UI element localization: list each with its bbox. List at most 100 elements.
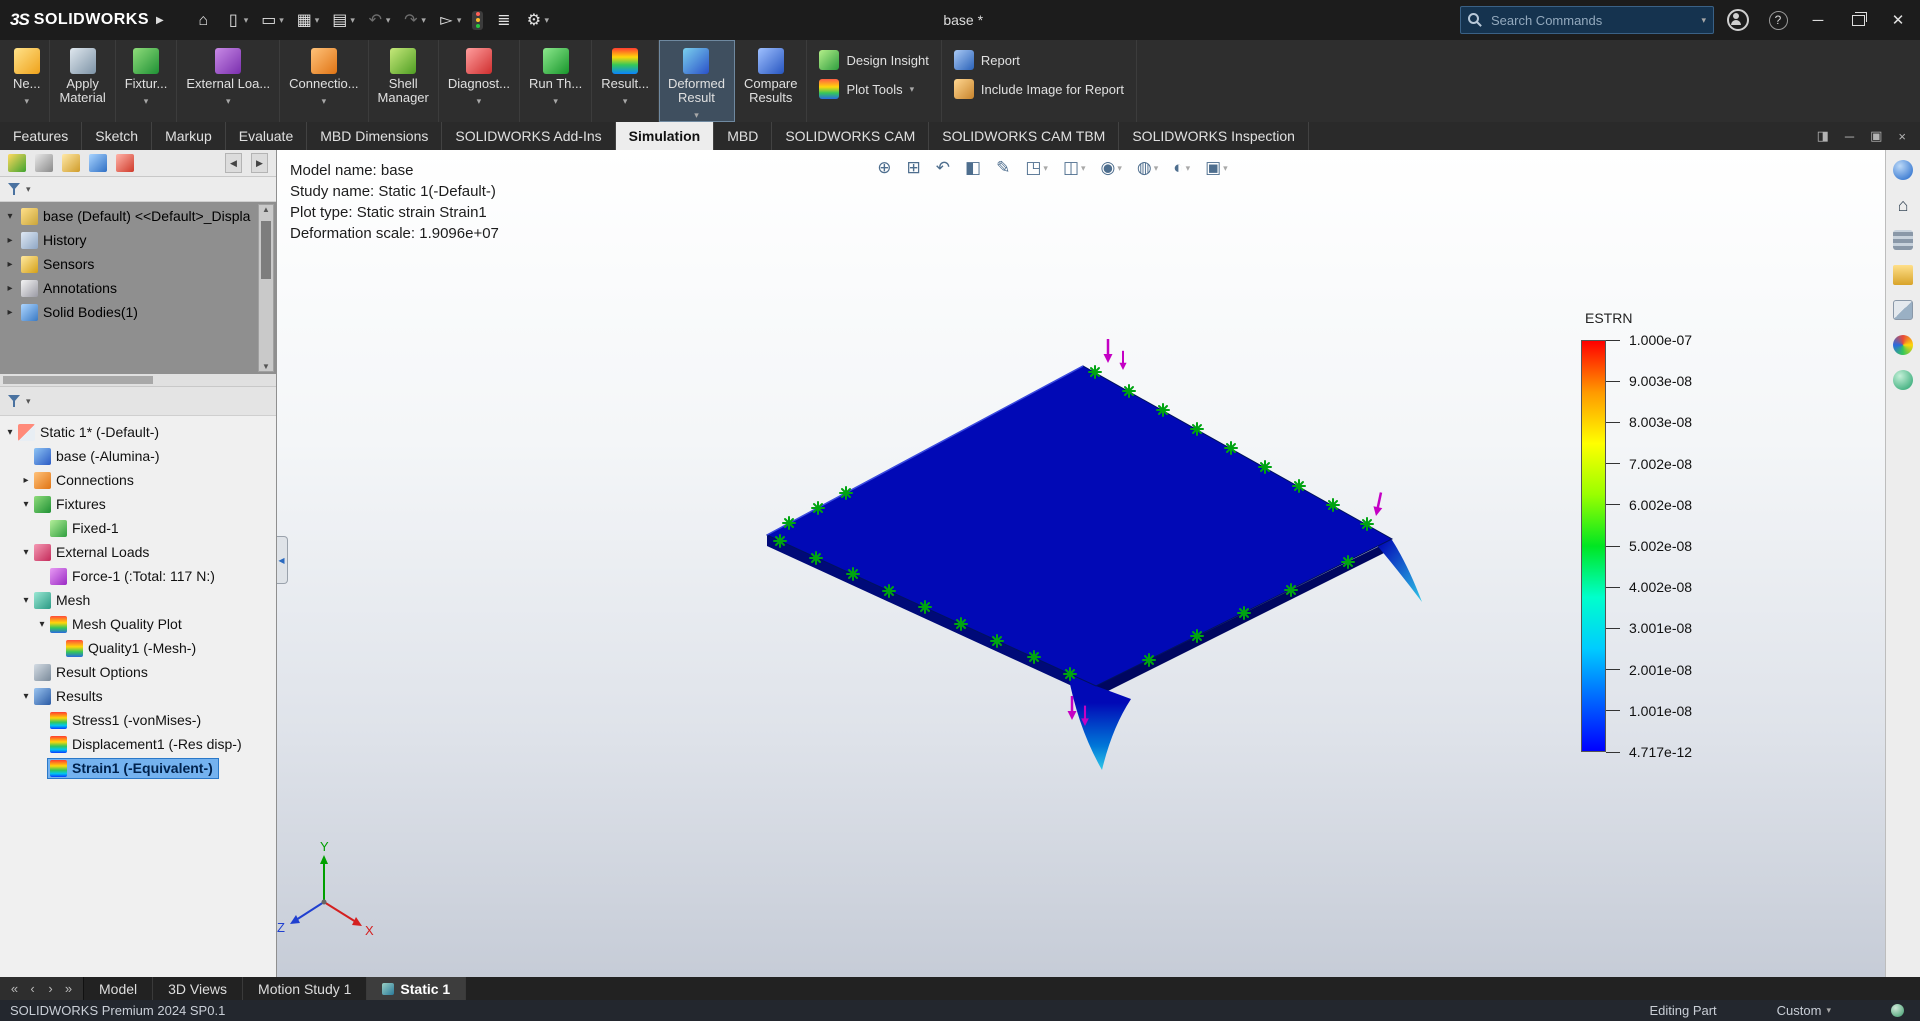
feature-tree-item-annotations[interactable]: ▸Annotations — [4, 276, 258, 300]
units-selector[interactable]: Custom ▾ — [1777, 1003, 1831, 1018]
new-study-button[interactable]: Ne...▾ — [4, 40, 50, 122]
scroll-up-icon[interactable]: ▲ — [262, 205, 270, 214]
dropdown-icon[interactable]: ▾ — [421, 15, 426, 26]
solidworks-resources-button[interactable]: ⌂ — [1890, 193, 1916, 217]
dropdown-icon[interactable]: ▾ — [1223, 163, 1228, 174]
expand-caret-icon[interactable]: ▸ — [4, 307, 16, 318]
menu-expand-icon[interactable]: ▶ — [156, 15, 164, 26]
plate-top-face[interactable] — [767, 366, 1392, 686]
study-tree-item-static[interactable]: ▾Static 1* (-Default-) — [0, 420, 276, 444]
include-image-button[interactable]: Include Image for Report — [954, 79, 1124, 99]
model-tab-static-1[interactable]: Static 1 — [367, 977, 466, 1000]
dropdown-icon[interactable]: ▾ — [279, 15, 284, 26]
panel-scroll-left-button[interactable]: ◀ — [225, 153, 242, 173]
expand-caret-icon[interactable]: ▾ — [20, 691, 32, 702]
expand-caret-icon[interactable]: ▾ — [4, 427, 16, 438]
study-tree-item-connections[interactable]: ▸Connections — [0, 468, 276, 492]
shell-manager-button[interactable]: Shell Manager — [369, 40, 439, 122]
restore-button[interactable] — [1842, 5, 1874, 35]
search-commands-box[interactable]: ▾ — [1460, 6, 1714, 34]
external-loads-advisor-button[interactable]: External Loa...▾ — [177, 40, 280, 122]
property-manager-tab-icon[interactable] — [35, 154, 53, 172]
zoom-to-area-button[interactable]: ⊞ — [904, 156, 924, 180]
feature-tree-item-history[interactable]: ▸History — [4, 228, 258, 252]
dock-pane-icon[interactable]: ◨ — [1817, 128, 1829, 144]
study-tree-item-base[interactable]: base (-Alumina-) — [0, 444, 276, 468]
run-study-button[interactable]: Run Th...▾ — [520, 40, 592, 122]
tab-solidworks-cam-tbm[interactable]: SOLIDWORKS CAM TBM — [929, 122, 1119, 150]
study-tree-item-external[interactable]: ▾External Loads — [0, 540, 276, 564]
configuration-manager-tab-icon[interactable] — [62, 154, 80, 172]
user-account-button[interactable] — [1722, 5, 1754, 35]
dropdown-icon[interactable]: ▾ — [1117, 163, 1122, 174]
hide-show-items-button[interactable]: ◉▾ — [1098, 156, 1125, 180]
dimxpert-manager-tab-icon[interactable] — [89, 154, 107, 172]
dropdown-icon[interactable]: ▾ — [544, 15, 549, 26]
expand-caret-icon[interactable]: ▸ — [20, 475, 32, 486]
view-orientation-button[interactable]: ◳▾ — [1022, 156, 1051, 180]
model-tab-model[interactable]: Model — [84, 977, 153, 1000]
filter-dropdown-icon[interactable]: ▾ — [26, 184, 31, 195]
dropdown-icon[interactable]: ▾ — [322, 94, 327, 108]
search-input[interactable] — [1489, 12, 1694, 29]
dassault-logo-icon[interactable]: 3S — [10, 10, 29, 30]
undo-button[interactable]: ↶▾ — [361, 8, 396, 33]
options-button[interactable]: ⚙▾ — [519, 8, 554, 33]
hscrollbar-thumb[interactable] — [3, 376, 153, 384]
dropdown-icon[interactable]: ▾ — [350, 15, 355, 26]
tab-solidworks-inspection[interactable]: SOLIDWORKS Inspection — [1119, 122, 1309, 150]
search-dropdown-icon[interactable]: ▾ — [1701, 15, 1706, 26]
feature-tree-item-solid[interactable]: ▸Solid Bodies(1) — [4, 300, 258, 324]
compare-results-button[interactable]: Compare Results — [735, 40, 807, 122]
apply-material-button[interactable]: Apply Material — [50, 40, 115, 122]
units-dropdown-icon[interactable]: ▾ — [1826, 1005, 1831, 1016]
dropdown-icon[interactable]: ▾ — [623, 94, 628, 108]
tab-sketch[interactable]: Sketch — [82, 122, 152, 150]
expand-caret-icon[interactable]: ▾ — [20, 595, 32, 606]
dropdown-icon[interactable]: ▾ — [1154, 163, 1159, 174]
file-properties-button[interactable]: ≣ — [489, 8, 518, 33]
previous-model-tab-button[interactable]: ‹ — [25, 981, 40, 996]
file-explorer-button[interactable] — [1890, 263, 1916, 287]
feature-tree-hscrollbar[interactable] — [0, 374, 276, 387]
print-button[interactable]: ▤▾ — [325, 8, 360, 33]
camera-button[interactable]: ▣▾ — [1202, 156, 1231, 180]
display-style-button[interactable]: ◫▾ — [1060, 156, 1089, 180]
task-pane-collapse-button[interactable] — [1890, 158, 1916, 182]
previous-view-button[interactable]: ↶ — [933, 156, 953, 180]
section-view-button[interactable]: ◧ — [962, 156, 984, 180]
study-tree-item-fixtures[interactable]: ▾Fixtures — [0, 492, 276, 516]
expand-caret-icon[interactable]: ▾ — [36, 619, 48, 630]
open-document-button[interactable]: ▭▾ — [254, 8, 289, 33]
restore-document-icon[interactable]: ▣ — [1870, 128, 1882, 144]
study-tree-item-mesh[interactable]: ▾Mesh — [0, 588, 276, 612]
report-button[interactable]: Report — [954, 50, 1124, 70]
view-palette-button[interactable] — [1890, 298, 1916, 322]
next-model-tab-button[interactable]: › — [43, 981, 58, 996]
tab-mbd-dimensions[interactable]: MBD Dimensions — [307, 122, 442, 150]
status-icon[interactable] — [1891, 1004, 1904, 1017]
scrollbar-thumb[interactable] — [261, 221, 271, 279]
study-filter-icon[interactable] — [8, 395, 21, 408]
study-filter-dropdown-icon[interactable]: ▾ — [26, 396, 31, 407]
study-tree-item-mesh[interactable]: ▾Mesh Quality Plot — [0, 612, 276, 636]
new-document-button[interactable]: ▯▾ — [219, 8, 254, 33]
panel-scroll-right-button[interactable]: ▶ — [251, 153, 268, 173]
study-tree-item-strain1[interactable]: Strain1 (-Equivalent-) — [0, 756, 276, 780]
last-model-tab-button[interactable]: » — [61, 981, 76, 996]
dropdown-icon[interactable]: ▾ — [386, 15, 391, 26]
expand-caret-icon[interactable]: ▸ — [4, 283, 16, 294]
minimize-button[interactable]: ─ — [1802, 5, 1834, 35]
results-advisor-button[interactable]: Result...▾ — [592, 40, 659, 122]
tab-solidworks-add-ins[interactable]: SOLIDWORKS Add-Ins — [442, 122, 615, 150]
view-settings-button[interactable]: ◐▾ — [1170, 156, 1193, 180]
model-tab-motion-study-1[interactable]: Motion Study 1 — [243, 977, 367, 1000]
appearances-scenes-button[interactable] — [1890, 333, 1916, 357]
feature-tree-item-base[interactable]: ▾base (Default) <<Default>_Displa — [4, 204, 258, 228]
dropdown-icon[interactable]: ▾ — [315, 15, 320, 26]
dropdown-icon[interactable]: ▾ — [910, 84, 915, 95]
dropdown-icon[interactable]: ▾ — [1043, 163, 1048, 174]
feature-tree-scrollbar[interactable]: ▲ ▼ — [258, 204, 274, 372]
graphics-viewport[interactable]: Y X Z Model name: baseStudy name: Static… — [276, 150, 1886, 977]
dynamic-annotation-button[interactable]: ✎ — [993, 156, 1013, 180]
